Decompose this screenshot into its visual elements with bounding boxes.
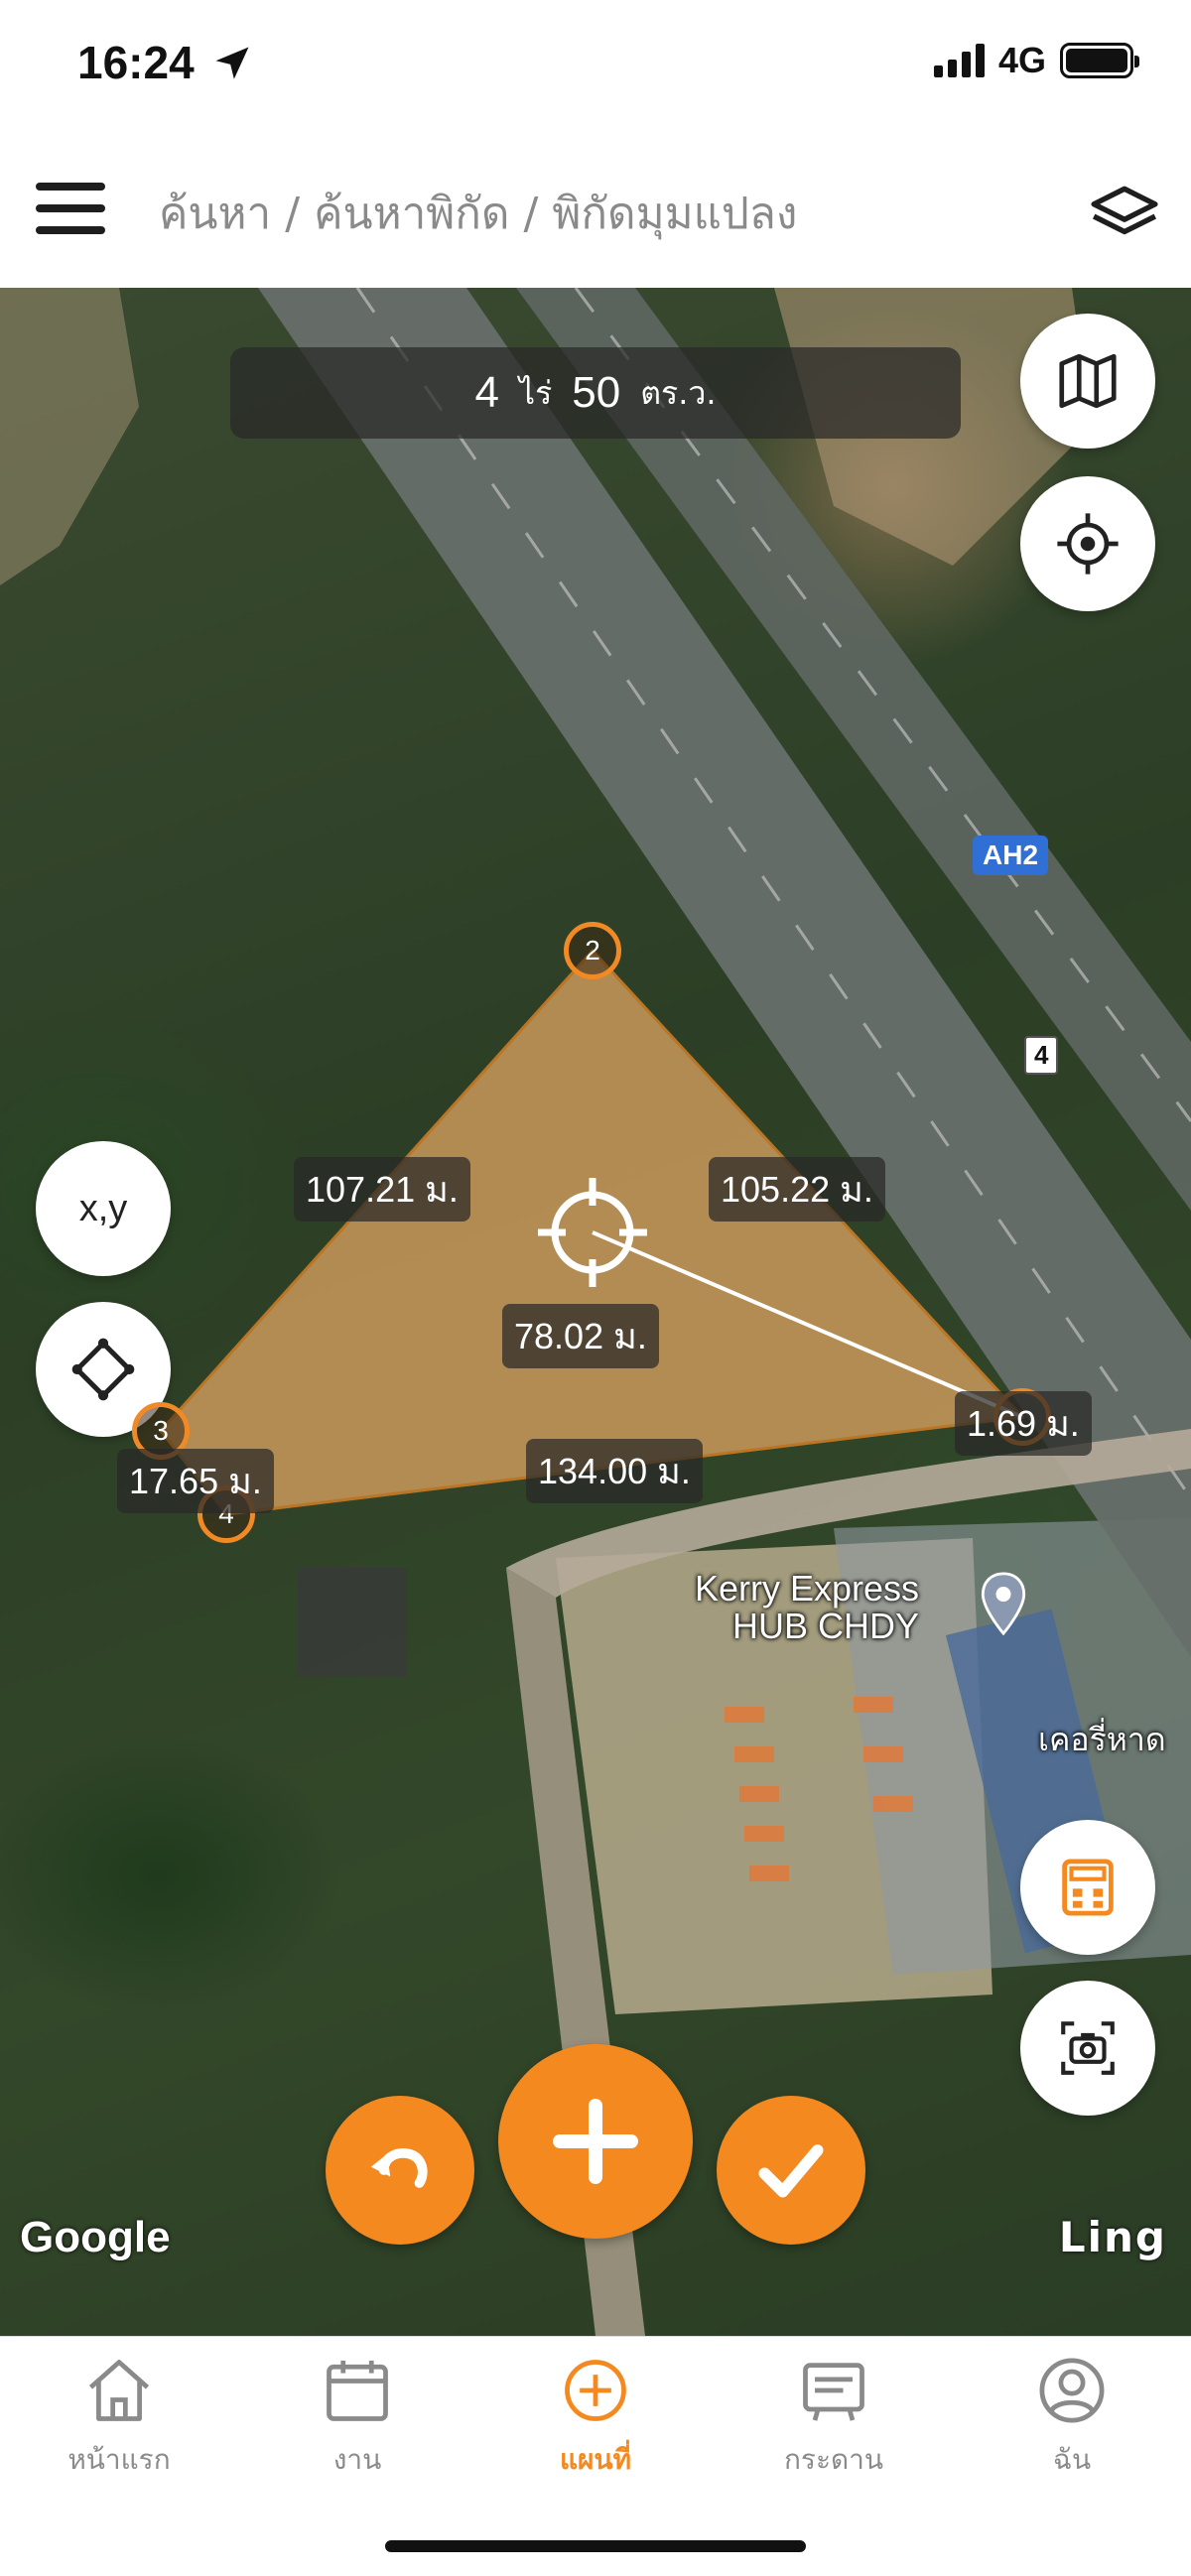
poi-thai-label: เคอรี่หาด xyxy=(1038,1721,1166,1758)
nav-item-home[interactable]: หน้าแรก xyxy=(20,2353,218,2492)
checkmark-icon xyxy=(758,2144,824,2198)
nav-label-board: กระดาน xyxy=(783,2443,884,2476)
board-icon xyxy=(803,2363,864,2421)
nav-item-me[interactable]: ฉัน xyxy=(973,2353,1171,2492)
measurement-side-3-4: 17.65 ม. xyxy=(117,1449,274,1513)
poi-name-line1: Kerry Express xyxy=(695,1568,920,1609)
breadcrumb-item-coordinate-search[interactable]: ค้นหาพิกัด xyxy=(314,189,509,239)
confirm-button[interactable] xyxy=(717,2096,865,2245)
plus-icon xyxy=(553,2099,638,2184)
nav-label-home: หน้าแรก xyxy=(67,2443,171,2476)
status-indicators: 4G xyxy=(933,40,1139,81)
nav-item-jobs[interactable]: งาน xyxy=(258,2353,457,2492)
measurement-center-line: 78.02 ม. xyxy=(502,1304,659,1368)
map-view[interactable]: 4 ไร่ 50 ตร.ว. AH2 4 x,y 2 3 4 107.21 ม.… xyxy=(0,288,1191,2336)
nav-label-jobs: งาน xyxy=(332,2443,382,2476)
menu-icon[interactable] xyxy=(36,179,107,238)
home-icon xyxy=(88,2360,150,2421)
poi-kerry-express[interactable]: Kerry Express HUB CHDY xyxy=(695,1570,919,1645)
map-icon xyxy=(1059,353,1117,409)
undo-icon xyxy=(370,2148,428,2188)
ling-attribution: Ling xyxy=(1058,2213,1167,2261)
home-indicator[interactable] xyxy=(385,2540,806,2552)
road-label-route-4: 4 xyxy=(1024,1036,1059,1075)
camera-icon xyxy=(1061,2021,1115,2075)
layers-icon[interactable] xyxy=(1088,177,1161,250)
vertex-2[interactable]: 2 xyxy=(564,922,621,979)
poi-name-line2: HUB CHDY xyxy=(732,1605,920,1646)
area-wa-value: 50 xyxy=(572,368,621,417)
battery-icon xyxy=(1060,43,1139,78)
nav-item-board[interactable]: กระดาน xyxy=(734,2353,933,2492)
area-rai-unit: ไร่ xyxy=(518,373,553,412)
signal-icon xyxy=(933,44,985,77)
xy-label: x,y xyxy=(78,1187,128,1229)
screenshot-button[interactable] xyxy=(1020,1981,1155,2116)
status-time: 16:24 xyxy=(77,37,195,88)
plus-circle-icon xyxy=(565,2360,626,2421)
nav-item-map[interactable]: แผนที่ xyxy=(496,2353,695,2492)
my-location-button[interactable] xyxy=(1020,476,1155,611)
nav-label-map: แผนที่ xyxy=(559,2443,632,2476)
map-type-button[interactable] xyxy=(1020,314,1155,449)
calculator-button[interactable] xyxy=(1020,1820,1155,1955)
undo-button[interactable] xyxy=(326,2096,474,2245)
breadcrumb-item-search[interactable]: ค้นหา xyxy=(159,189,271,239)
network-type: 4G xyxy=(997,40,1046,80)
road-label-ah2: AH2 xyxy=(973,836,1049,875)
status-bar: 16:24 4G xyxy=(0,0,1191,139)
measurement-side-p-short: 1.69 ม. xyxy=(955,1391,1092,1456)
breadcrumb-item-plot-corners: พิกัดมุมแปลง xyxy=(552,189,798,239)
measurement-side-2-p: 105.22 ม. xyxy=(709,1157,885,1222)
user-icon xyxy=(1039,2358,1105,2423)
calendar-icon xyxy=(327,2360,388,2421)
nav-label-me: ฉัน xyxy=(1052,2443,1092,2476)
location-arrow-icon xyxy=(215,47,249,79)
google-attribution: Google xyxy=(20,2213,171,2261)
breadcrumb: ค้นหา / ค้นหาพิกัด / พิกัดมุมแปลง xyxy=(159,179,797,248)
map-pin-icon[interactable] xyxy=(981,1572,1026,1635)
target-crosshair-icon xyxy=(538,1178,647,1287)
header: ค้นหา / ค้นหาพิกัด / พิกัดมุมแปลง xyxy=(0,139,1191,288)
area-wa-unit: ตร.ว. xyxy=(640,373,717,412)
breadcrumb-separator: / xyxy=(285,189,301,239)
area-rai-value: 4 xyxy=(474,368,499,417)
diamond-icon xyxy=(71,1338,135,1401)
measurement-side-1-2: 107.21 ม. xyxy=(294,1157,470,1222)
crosshair-icon xyxy=(1057,513,1119,575)
breadcrumb-separator: / xyxy=(523,189,539,239)
xy-coordinate-button[interactable]: x,y xyxy=(36,1141,171,1276)
measurement-side-p-4: 134.00 ม. xyxy=(526,1439,703,1503)
add-point-button[interactable] xyxy=(498,2044,693,2239)
area-display: 4 ไร่ 50 ตร.ว. xyxy=(230,347,961,439)
calculator-icon xyxy=(1062,1859,1114,1916)
